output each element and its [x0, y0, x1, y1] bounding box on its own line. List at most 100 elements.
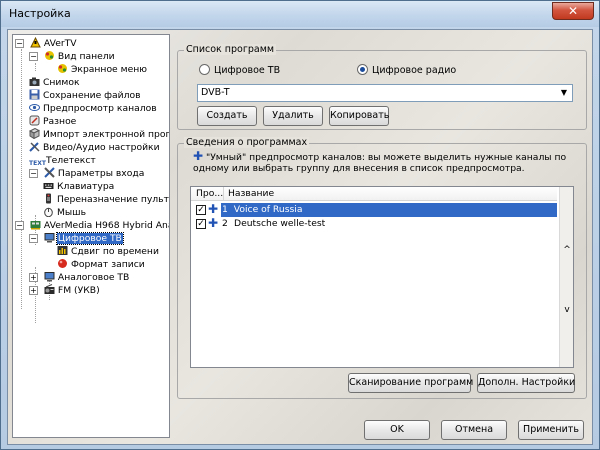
- title-bar[interactable]: Настройка ✕: [1, 1, 599, 27]
- tree-item-label: Вид панели: [57, 51, 115, 62]
- row-name: Deutsche welle-test: [234, 218, 326, 229]
- panel-icon: [44, 50, 55, 61]
- preview-hint: ✚ "Умный" предпросмотр каналов: вы может…: [193, 149, 573, 174]
- scroll-up-button[interactable]: ^: [561, 243, 573, 257]
- tree-item-epg-import[interactable]: Импорт электронной прог: [28, 127, 169, 141]
- program-table[interactable]: Про... Название ✓ ✚ 1 Voice of Russia ✓ …: [190, 186, 574, 368]
- tree-item-label: Формат записи: [71, 259, 145, 270]
- tree-item-label: Снимок: [43, 77, 80, 88]
- collapse-icon[interactable]: −: [15, 39, 24, 48]
- scroll-down-button[interactable]: v: [561, 303, 573, 317]
- table-scrollbar[interactable]: ^ v: [559, 187, 573, 367]
- input-params-icon: [44, 167, 55, 178]
- apply-button[interactable]: Применить: [518, 420, 584, 440]
- floppy-icon: [29, 89, 40, 100]
- close-button[interactable]: ✕: [552, 2, 594, 20]
- timeshift-icon: [57, 245, 68, 256]
- delete-button[interactable]: Удалить: [263, 106, 323, 126]
- tree-item-analog-tv[interactable]: + Аналоговое ТВ: [29, 271, 130, 284]
- book-icon: [28, 127, 41, 140]
- tree-item-misc[interactable]: Разное: [29, 115, 77, 128]
- collapse-icon[interactable]: −: [29, 169, 38, 178]
- tree-item-label: Видео/Аудио настройки: [43, 142, 160, 153]
- row-checkbox[interactable]: ✓: [196, 205, 206, 215]
- tv-icon: [44, 232, 55, 243]
- chevron-down-icon[interactable]: ▼: [557, 86, 571, 100]
- tree-item-label: Мышь: [57, 207, 87, 218]
- tree-item-label: Переназначение пульт: [57, 194, 169, 205]
- tree-item-avertv[interactable]: − AVerTV: [15, 36, 78, 50]
- table-row[interactable]: ✓ ✚ 1 Voice of Russia: [191, 202, 557, 217]
- tree-item-channel-preview[interactable]: Предпросмотр каналов: [29, 102, 158, 115]
- tree-item-record-format[interactable]: Формат записи: [57, 258, 146, 271]
- radio-digital-radio[interactable]: Цифровое радио: [357, 64, 456, 76]
- osd-icon: [57, 63, 68, 74]
- settings-tree[interactable]: − AVerTV − Вид панели Экранное меню Сним…: [12, 34, 170, 438]
- collapse-icon[interactable]: −: [29, 52, 38, 61]
- camera-icon: [29, 76, 40, 87]
- remote-icon: [43, 193, 54, 204]
- tree-item-label: Клавиатура: [57, 181, 115, 192]
- tree-item-remote-remap[interactable]: Переназначение пульт: [43, 193, 169, 206]
- keyboard-icon: [43, 180, 54, 191]
- tree-item-label: Сохранение файлов: [43, 90, 141, 101]
- radio-digital-tv[interactable]: Цифровое ТВ: [199, 64, 280, 76]
- tree-item-teletext[interactable]: TEXTТелетекст: [29, 154, 97, 167]
- program-list-combo[interactable]: DVB-T ▼: [197, 84, 573, 102]
- tree-item-snapshot[interactable]: Снимок: [29, 76, 81, 89]
- collapse-icon[interactable]: −: [29, 234, 38, 243]
- tree-item-keyboard[interactable]: Клавиатура: [43, 180, 115, 193]
- tree-item-view-panel[interactable]: − Вид панели: [29, 50, 116, 63]
- add-icon: ✚: [208, 202, 219, 216]
- scan-programs-button[interactable]: Сканирование программ: [348, 373, 473, 393]
- eye-icon: [29, 102, 40, 113]
- tools-icon: [29, 141, 40, 152]
- expand-icon[interactable]: +: [29, 286, 38, 295]
- table-row[interactable]: ✓ ✚ 2 Deutsche welle-test: [191, 216, 557, 231]
- tree-item-timeshift[interactable]: Сдвиг по времени: [57, 245, 160, 258]
- add-icon: ✚: [193, 149, 204, 163]
- group-label: Список программ: [184, 44, 277, 55]
- radio-label: Цифровое радио: [372, 65, 457, 76]
- group-label: Сведения о программах: [184, 137, 310, 148]
- column-header-number[interactable]: Про...: [196, 187, 223, 200]
- tree-item-avermedia-device[interactable]: − AVerMedia H968 Hybrid Ana: [15, 219, 170, 232]
- tree-item-label: Сдвиг по времени: [71, 246, 159, 257]
- tree-item-av-settings[interactable]: Видео/Аудио настройки: [29, 141, 161, 154]
- tree-item-label: Цифровое ТВ: [55, 232, 124, 245]
- row-number: 2: [222, 218, 228, 229]
- row-checkbox[interactable]: ✓: [196, 219, 206, 229]
- copy-button[interactable]: Копировать: [329, 106, 389, 126]
- column-header-name[interactable]: Название: [228, 187, 274, 200]
- expand-icon[interactable]: +: [29, 273, 38, 282]
- tree-item-label: AVerMedia H968 Hybrid Ana: [43, 220, 170, 231]
- record-icon: [57, 258, 68, 269]
- radio-dot: [199, 64, 210, 75]
- row-name: Voice of Russia: [233, 204, 303, 215]
- settings-window: Настройка ✕ − AVerTV − Вид панели Экранн…: [0, 0, 600, 450]
- tree-item-osd[interactable]: Экранное меню: [57, 63, 148, 76]
- tree-item-fm[interactable]: + FM (УКВ): [29, 284, 101, 297]
- avertv-icon: [30, 36, 41, 48]
- tree-item-digital-tv[interactable]: − Цифровое ТВ: [29, 232, 124, 245]
- tree-item-save-files[interactable]: Сохранение файлов: [29, 89, 142, 102]
- tree-item-input-params[interactable]: − Параметры входа: [29, 167, 145, 180]
- tree-item-mouse[interactable]: Мышь: [43, 206, 87, 219]
- collapse-icon[interactable]: −: [15, 221, 24, 230]
- dialog-client: − AVerTV − Вид панели Экранное меню Сним…: [7, 29, 593, 445]
- window-title: Настройка: [9, 7, 71, 20]
- hint-text: "Умный" предпросмотр каналов: вы можете …: [193, 152, 567, 174]
- ok-button[interactable]: OK: [364, 420, 430, 440]
- tree-item-label: Разное: [43, 116, 77, 127]
- create-button[interactable]: Создать: [197, 106, 257, 126]
- extra-settings-button[interactable]: Дополн. Настройки: [477, 373, 575, 393]
- tree-item-label: Предпросмотр каналов: [43, 103, 157, 114]
- radio-dot: [357, 64, 368, 75]
- tree-item-label: Аналоговое ТВ: [57, 272, 130, 283]
- row-number: 1: [222, 204, 228, 215]
- tree-item-label: Экранное меню: [71, 64, 147, 75]
- tv-icon: [44, 271, 55, 282]
- tree-item-label: Телетекст: [46, 155, 96, 166]
- cancel-button[interactable]: Отмена: [441, 420, 507, 440]
- program-info-group: Сведения о программах ✚ "Умный" предпрос…: [177, 137, 587, 399]
